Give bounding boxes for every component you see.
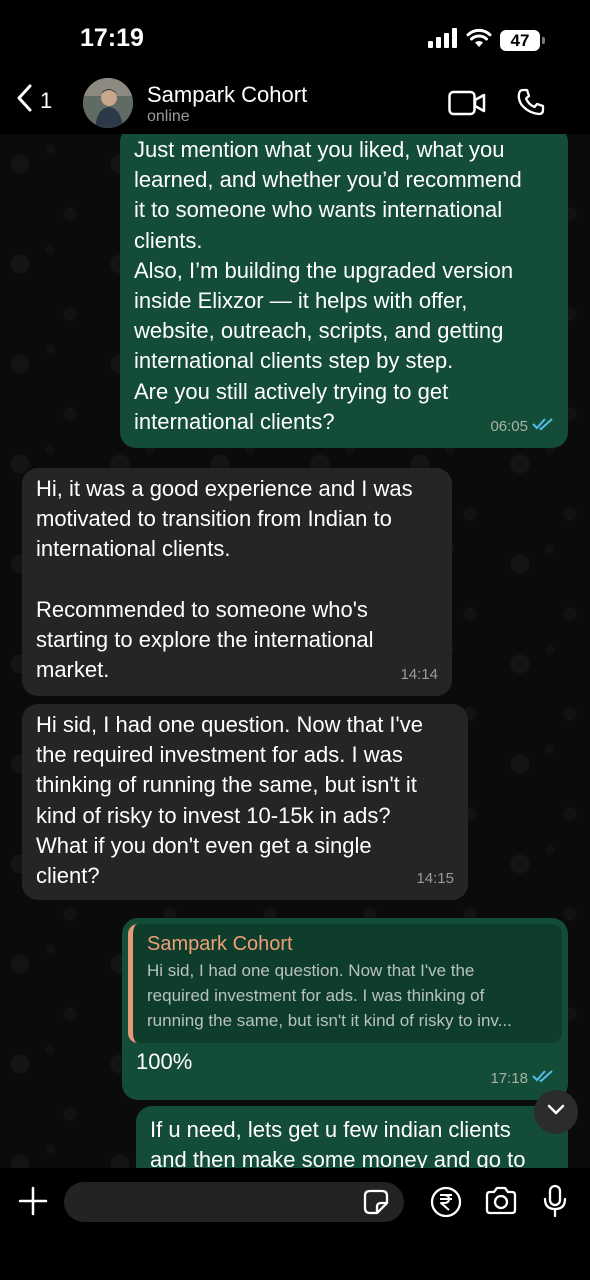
chat-title[interactable]: Sampark Cohort [147, 82, 307, 108]
chat-header: 1 Sampark Cohort online [0, 72, 590, 134]
status-bar: 17:19 47 [0, 0, 590, 72]
wifi-icon [466, 28, 492, 53]
message-text: Hi, it was a good experience and I was m… [36, 476, 413, 683]
message-time: 17:18 [490, 1069, 528, 1087]
presence-status: online [147, 108, 190, 125]
message-meta: 06:05 [490, 412, 554, 442]
message-outgoing-reply[interactable]: Sampark Cohort Hi sid, I had one questio… [122, 918, 568, 1100]
double-check-icon [532, 412, 554, 442]
message-time: 14:15 [416, 869, 454, 887]
message-text: Hi sid, I had one question. Now that I'v… [36, 712, 423, 889]
quoted-text: Hi sid, I had one question. Now that I'v… [147, 961, 512, 1030]
message-time: 06:05 [490, 417, 528, 435]
composer-bar [0, 1168, 590, 1280]
signal-icon [428, 28, 458, 53]
message-incoming[interactable]: Hi, it was a good experience and I was m… [22, 468, 452, 696]
message-meta: 17:18 [490, 1064, 554, 1094]
plus-icon[interactable] [18, 1186, 48, 1221]
message-outgoing[interactable]: If u need, lets get u few indian clients… [136, 1106, 568, 1168]
message-outgoing[interactable]: Just mention what you liked, what you le… [120, 134, 568, 448]
conversation[interactable]: Just mention what you liked, what you le… [0, 134, 590, 1168]
quoted-author: Sampark Cohort [147, 933, 293, 955]
message-text: If u need, lets get u few indian clients… [150, 1117, 526, 1168]
message-meta: 14:15 [416, 864, 454, 894]
battery-icon: 47 [500, 30, 545, 51]
back-chevron-icon [16, 84, 32, 117]
scroll-down-chevron-icon [547, 1103, 565, 1121]
scroll-to-bottom-button[interactable] [534, 1090, 578, 1134]
status-indicators: 47 [428, 28, 545, 53]
back-button[interactable]: 1 [16, 84, 52, 117]
message-incoming[interactable]: Hi sid, I had one question. Now that I'v… [22, 704, 468, 900]
quoted-message[interactable]: Sampark Cohort Hi sid, I had one questio… [128, 924, 562, 1043]
sticker-icon[interactable] [362, 1188, 390, 1221]
avatar[interactable] [83, 78, 133, 128]
camera-icon[interactable] [484, 1186, 518, 1221]
video-call-icon[interactable] [448, 90, 486, 121]
rupee-payment-icon[interactable] [430, 1186, 462, 1223]
voice-call-icon[interactable] [516, 87, 546, 122]
message-text: Just mention what you liked, what you le… [134, 137, 522, 434]
unread-count: 1 [40, 87, 53, 113]
message-time: 14:14 [400, 665, 438, 683]
message-meta: 14:14 [400, 660, 438, 690]
microphone-icon[interactable] [542, 1184, 568, 1223]
status-time: 17:19 [80, 24, 144, 52]
message-input[interactable] [64, 1182, 404, 1222]
